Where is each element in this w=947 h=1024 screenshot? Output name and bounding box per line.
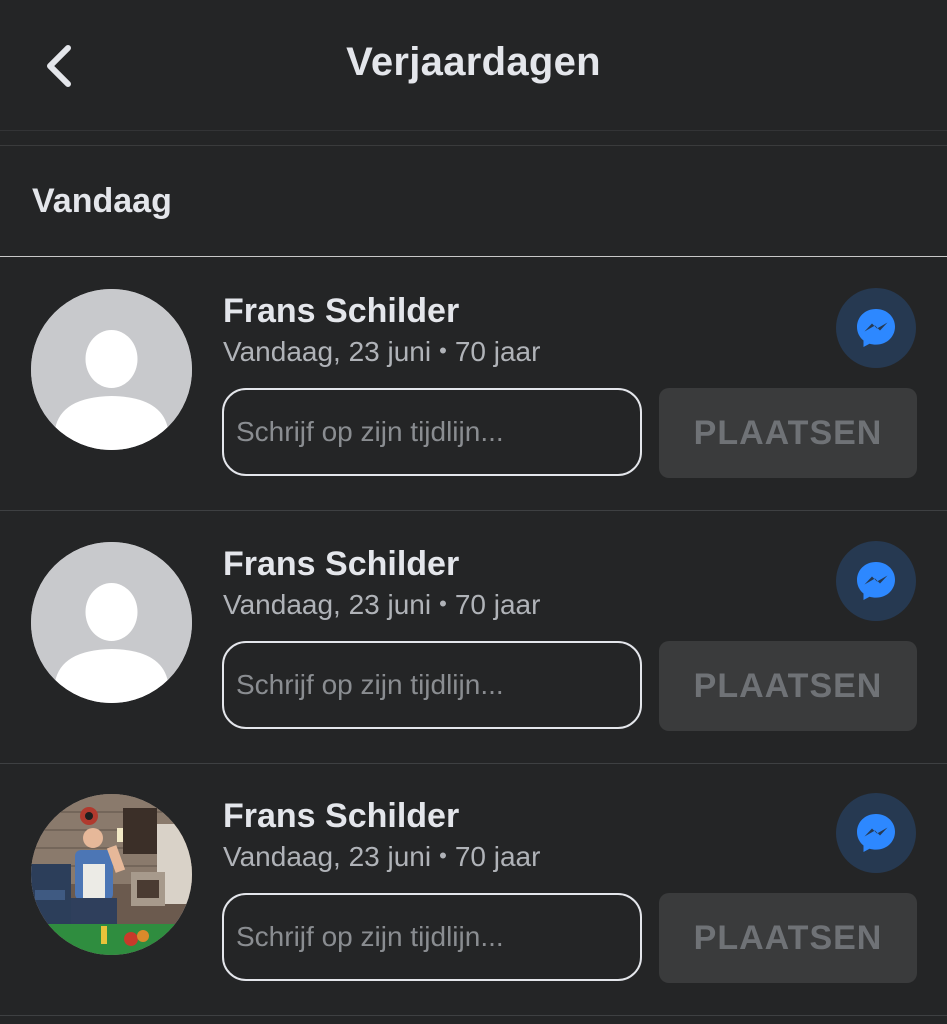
birthday-date: Vandaag, 23 juni <box>223 589 432 620</box>
messenger-button[interactable] <box>836 288 916 368</box>
separator-dot: • <box>439 591 447 616</box>
header-divider <box>0 131 947 146</box>
messenger-button[interactable] <box>836 793 916 873</box>
timeline-post-input[interactable] <box>222 641 642 729</box>
birthday-row: Frans Schilder Vandaag, 23 juni • 70 jaar … <box>0 511 947 764</box>
age: 70 jaar <box>454 589 541 620</box>
default-avatar[interactable] <box>31 289 192 450</box>
separator-dot: • <box>439 338 447 363</box>
default-avatar[interactable] <box>31 542 192 703</box>
messenger-button[interactable] <box>836 541 916 621</box>
birthday-info: Vandaag, 23 juni • 70 jaar <box>223 589 540 621</box>
page-title: Verjaardagen <box>346 40 601 84</box>
section-header-today: Vandaag <box>0 146 947 257</box>
section-label: Vandaag <box>32 182 172 220</box>
birthday-date: Vandaag, 23 juni <box>223 336 432 367</box>
messenger-icon <box>857 562 895 600</box>
person-name[interactable]: Frans Schilder <box>223 797 459 836</box>
birthday-info: Vandaag, 23 juni • 70 jaar <box>223 841 540 873</box>
post-button[interactable]: PLAATSEN <box>659 388 917 478</box>
separator-dot: • <box>439 843 447 868</box>
person-name[interactable]: Frans Schilder <box>223 545 459 584</box>
post-button[interactable]: PLAATSEN <box>659 641 917 731</box>
timeline-post-input[interactable] <box>222 893 642 981</box>
photo-avatar[interactable] <box>31 794 192 955</box>
age: 70 jaar <box>454 336 541 367</box>
messenger-icon <box>857 814 895 852</box>
top-bar: Verjaardagen <box>0 0 947 131</box>
post-button[interactable]: PLAATSEN <box>659 893 917 983</box>
age: 70 jaar <box>454 841 541 872</box>
birthday-date: Vandaag, 23 juni <box>223 841 432 872</box>
person-name[interactable]: Frans Schilder <box>223 292 459 331</box>
birthday-info: Vandaag, 23 juni • 70 jaar <box>223 336 540 368</box>
timeline-post-input[interactable] <box>222 388 642 476</box>
messenger-icon <box>857 309 895 347</box>
birthday-row: Frans Schilder Vandaag, 23 juni • 70 jaar … <box>0 258 947 511</box>
birthday-row: Frans Schilder Vandaag, 23 juni • 70 jaar … <box>0 763 947 1016</box>
